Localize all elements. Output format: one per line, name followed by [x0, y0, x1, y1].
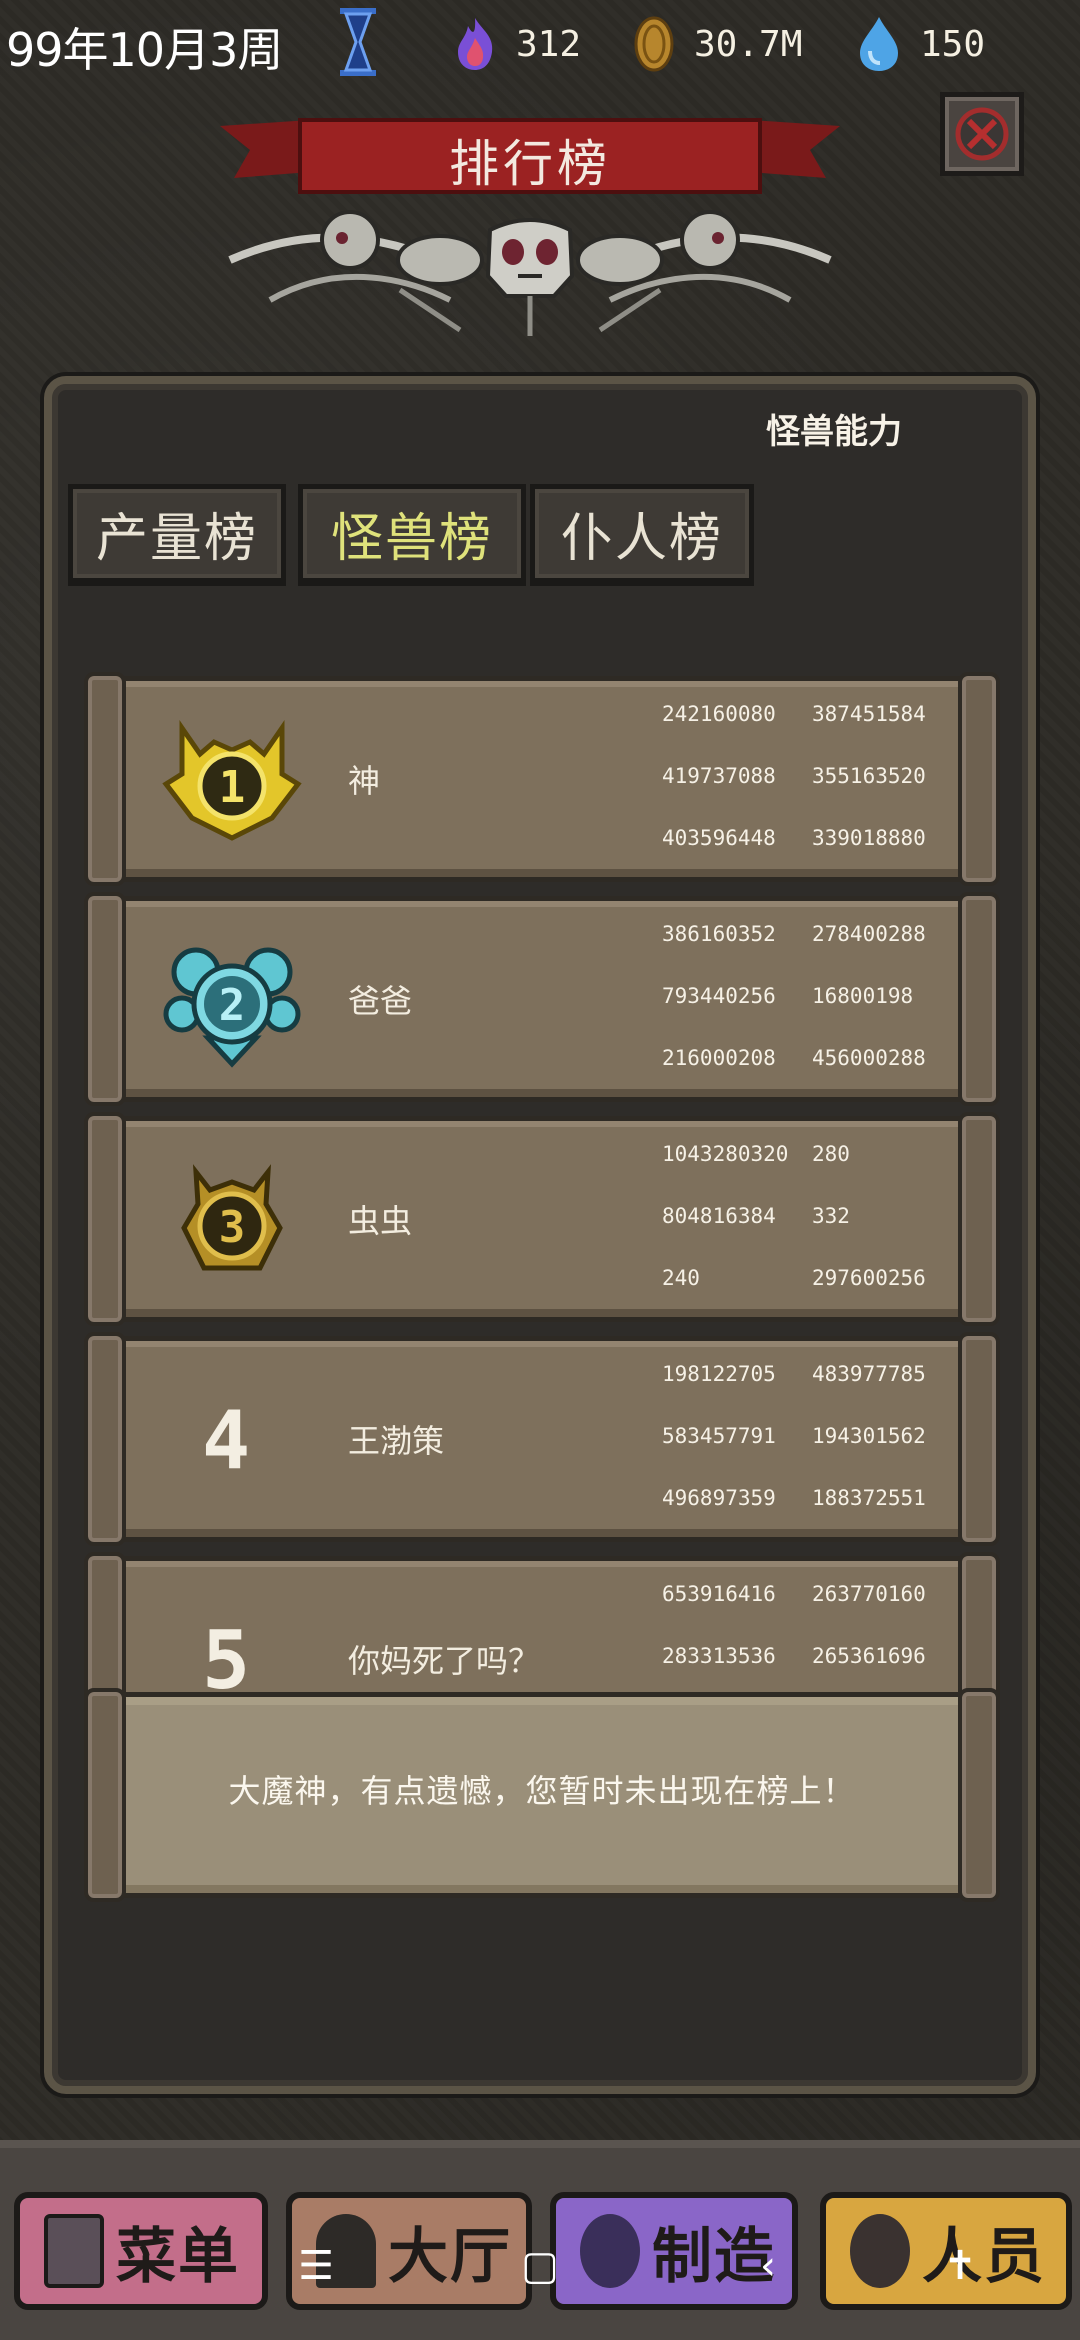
close-button[interactable] — [940, 92, 1024, 176]
gold-medal-icon: 1 — [162, 719, 302, 841]
stat-value: 653916416 — [662, 1582, 776, 1606]
stat-value: 280 — [812, 1142, 850, 1166]
stat-value: 278400288 — [812, 922, 926, 946]
water-resource: 150 — [856, 14, 985, 74]
gold-resource: 30.7M — [632, 14, 802, 74]
title-banner: 排行榜 — [200, 100, 860, 340]
close-icon — [955, 107, 1009, 161]
player-name: 你妈死了吗？ — [348, 1642, 541, 1680]
stat-value: 1043280320 — [662, 1142, 789, 1166]
fire-resource: 312 — [452, 14, 581, 74]
stat-value: 265361696 — [812, 1644, 926, 1668]
back-icon[interactable]: ‹ — [738, 2236, 798, 2296]
stat-value: 242160080 — [662, 702, 776, 726]
tab-production[interactable]: 产量榜 — [68, 484, 286, 586]
cauldron-icon — [580, 2214, 640, 2288]
scroll-roll-right — [958, 1332, 1000, 1546]
stat-value: 496897359 — [662, 1486, 776, 1510]
stat-value: 240 — [662, 1266, 700, 1290]
tab-label: 怪兽榜 — [330, 509, 493, 569]
stat-value: 456000288 — [812, 1046, 926, 1070]
menu-label: 菜单 — [116, 2221, 240, 2292]
stat-value: 332 — [812, 1204, 850, 1228]
water-value: 150 — [920, 23, 986, 65]
tablet-icon — [44, 2214, 104, 2288]
menu-button[interactable]: 菜单 — [14, 2192, 268, 2310]
stat-value: 583457791 — [662, 1424, 776, 1448]
leaderboard-row-3[interactable]: 3 虫虫 1043280320 280 804816384 332 240 29… — [84, 1112, 1000, 1326]
stat-value: 216000208 — [662, 1046, 776, 1070]
stat-value: 403596448 — [662, 826, 776, 850]
tab-label: 产量榜 — [95, 509, 258, 569]
message-text: 大魔神，有点遗憾，您暂时未出现在榜上！ — [228, 1772, 856, 1810]
leaderboard-row-1[interactable]: 1 神 242160080 387451584 419737088 355163… — [84, 672, 1000, 886]
bronze-medal-icon: 3 — [181, 1164, 283, 1271]
stat-value: 804816384 — [662, 1204, 776, 1228]
stat-value: 263770160 — [812, 1582, 926, 1606]
scroll-roll-right — [958, 1112, 1000, 1326]
home-icon[interactable]: ▢ — [510, 2236, 570, 2296]
fire-value: 312 — [516, 23, 582, 65]
stat-value: 194301562 — [812, 1424, 926, 1448]
fire-icon — [458, 18, 493, 70]
scroll-roll-right — [958, 672, 1000, 886]
person-icon — [850, 2214, 910, 2288]
medal-rank: 2 — [219, 980, 246, 1031]
stat-value: 339018880 — [812, 826, 926, 850]
silver-medal-icon: 2 — [163, 947, 301, 1068]
rank-number: 4 — [202, 1394, 251, 1487]
not-ranked-message: 大魔神，有点遗憾，您暂时未出现在榜上！ — [84, 1688, 1000, 1902]
hall-label: 大厅 — [388, 2221, 512, 2292]
stat-value: 16800198 — [812, 984, 914, 1008]
tab-monster[interactable]: 怪兽榜 — [298, 484, 526, 586]
scroll-roll-left — [84, 1112, 126, 1326]
scroll-roll-left — [84, 892, 126, 1106]
medal-rank: 1 — [219, 762, 246, 813]
player-name: 神 — [348, 762, 381, 800]
stat-value: 793440256 — [662, 984, 776, 1008]
status-bar: 99年10月3周 312 30.7M 150 — [0, 0, 1080, 90]
tab-label: 仆人榜 — [560, 509, 723, 569]
stat-value: 355163520 — [812, 764, 926, 788]
stat-value: 297600256 — [812, 1266, 926, 1290]
scroll-roll-left — [84, 1332, 126, 1546]
gold-value: 30.7M — [694, 23, 803, 65]
player-name: 王渤策 — [348, 1422, 445, 1460]
page-title: 排行榜 — [449, 135, 611, 193]
scroll-roll-left — [84, 672, 126, 886]
recent-apps-icon[interactable]: ☰ — [286, 2236, 346, 2296]
stat-value: 198122705 — [662, 1362, 776, 1386]
leaderboard-row-4[interactable]: 4 王渤策 198122705 483977785 583457791 1943… — [84, 1332, 1000, 1546]
stat-value: 419737088 — [662, 764, 776, 788]
medal-rank: 3 — [219, 1202, 246, 1253]
game-date: 99年10月3周 — [6, 23, 283, 77]
stat-value: 386160352 — [662, 922, 776, 946]
accessibility-icon[interactable]: ✝ — [930, 2236, 990, 2296]
player-name: 虫虫 — [348, 1202, 413, 1240]
scroll-roll-right — [958, 892, 1000, 1106]
stat-value: 283313536 — [662, 1644, 776, 1668]
player-name: 爸爸 — [348, 982, 413, 1020]
hourglass-icon — [340, 8, 376, 76]
stat-value: 387451584 — [812, 702, 926, 726]
water-drop-icon — [860, 17, 898, 71]
stat-value: 188372551 — [812, 1486, 926, 1510]
tab-servant[interactable]: 仆人榜 — [530, 484, 754, 586]
gold-coin-icon — [634, 16, 674, 72]
panel-subtitle: 怪兽能力 — [766, 412, 902, 452]
stat-value: 483977785 — [812, 1362, 926, 1386]
leaderboard-row-2[interactable]: 2 爸爸 386160352 278400288 793440256 16800… — [84, 892, 1000, 1106]
